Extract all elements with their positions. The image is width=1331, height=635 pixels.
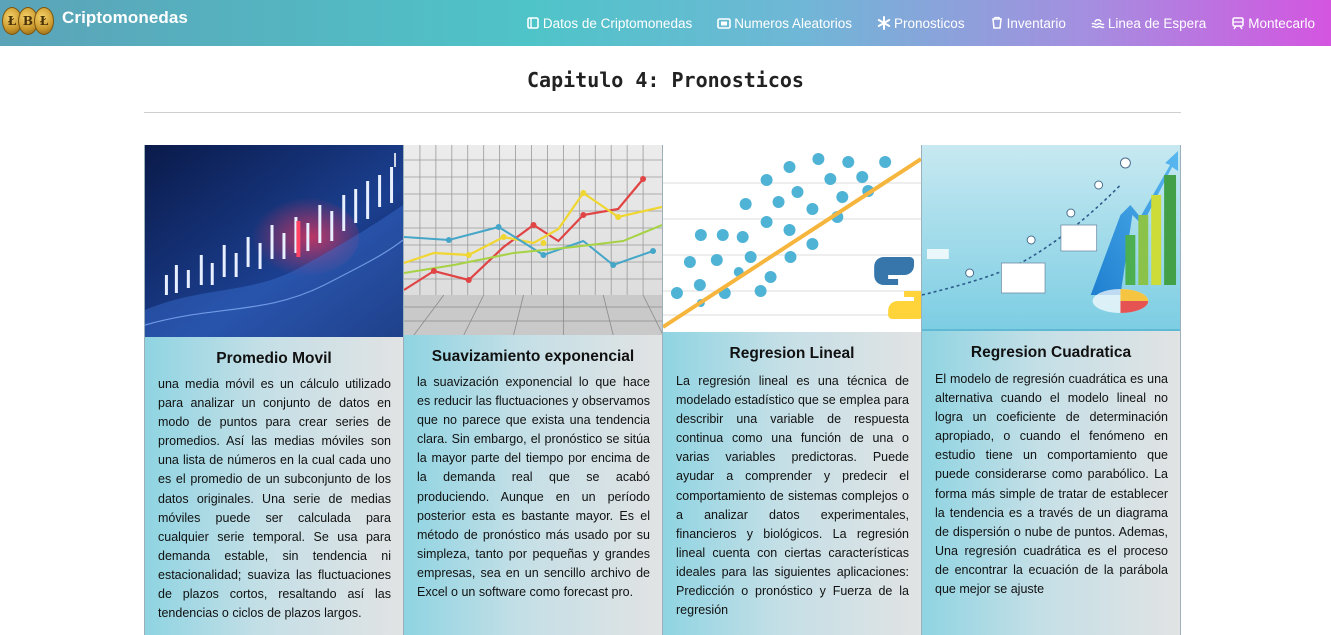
nav-item-label: Pronosticos [894,15,965,31]
nav-item-pronosticos[interactable]: Pronosticos [877,16,965,31]
cup-icon [990,16,1004,30]
scatter-regression-image [663,145,921,332]
waves-icon [1091,16,1105,30]
nav-links: Datos de Criptomonedas Numeros Aleatorio… [526,0,1331,46]
nav-item-datos-criptomonedas[interactable]: Datos de Criptomonedas [526,16,692,31]
card-suavizamiento-exponencial: Suavizamiento exponencial la suavización… [403,145,662,635]
card-description: El modelo de regresión cuadrática es una… [935,372,1168,597]
page-title: Capitulo 4: Pronosticos [527,68,804,92]
candlestick-chart-image [145,145,403,337]
nav-item-montecarlo[interactable]: Montecarlo [1231,16,1315,31]
card-title: Suavizamiento exponencial [431,348,635,365]
nav-item-label: Datos de Criptomonedas [542,15,693,31]
card-description: la suavización exponencial lo que hace e… [417,375,650,600]
method-cards: Promedio Movil una media móvil es un cál… [144,145,1181,635]
card-icon [717,16,732,30]
book-icon [526,16,540,30]
title-divider [144,112,1181,113]
litecoin-coin-icon: Ł [34,7,54,35]
card-title: Regresion Lineal [729,345,855,362]
card-regresion-lineal: Regresion Lineal La regresión lineal es … [662,145,921,635]
nav-item-label: Linea de Espera [1107,15,1207,31]
nav-item-linea-de-espera[interactable]: Linea de Espera [1091,16,1206,31]
card-regresion-cuadratica: Regresion Cuadratica El modelo de regres… [921,145,1181,635]
growth-infographic-image [922,145,1180,331]
card-description: La regresión lineal es una técnica de mo… [676,374,909,618]
tram-icon [1231,16,1245,30]
nav-item-label: Numeros Aleatorios [734,15,853,31]
card-title: Regresion Cuadratica [970,344,1132,361]
line-chart-grid-image [404,145,662,335]
asterisk-icon [877,16,891,30]
nav-item-numeros-aleatorios[interactable]: Numeros Aleatorios [717,16,852,31]
nav-item-inventario[interactable]: Inventario [990,16,1066,31]
card-description: una media móvil es un cálculo utilizado … [158,377,391,621]
brand-name: Criptomonedas [62,8,188,27]
nav-item-label: Montecarlo [1248,15,1315,31]
crypto-coins-logo: Ł B Ł [2,7,54,35]
top-navbar: Ł B Ł Criptomonedas Datos de Criptomoned… [0,0,1331,46]
card-title: Promedio Movil [216,350,332,367]
card-promedio-movil: Promedio Movil una media móvil es un cál… [144,145,403,635]
nav-item-label: Inventario [1006,15,1066,31]
brand[interactable]: Ł B Ł Criptomonedas [2,6,188,36]
